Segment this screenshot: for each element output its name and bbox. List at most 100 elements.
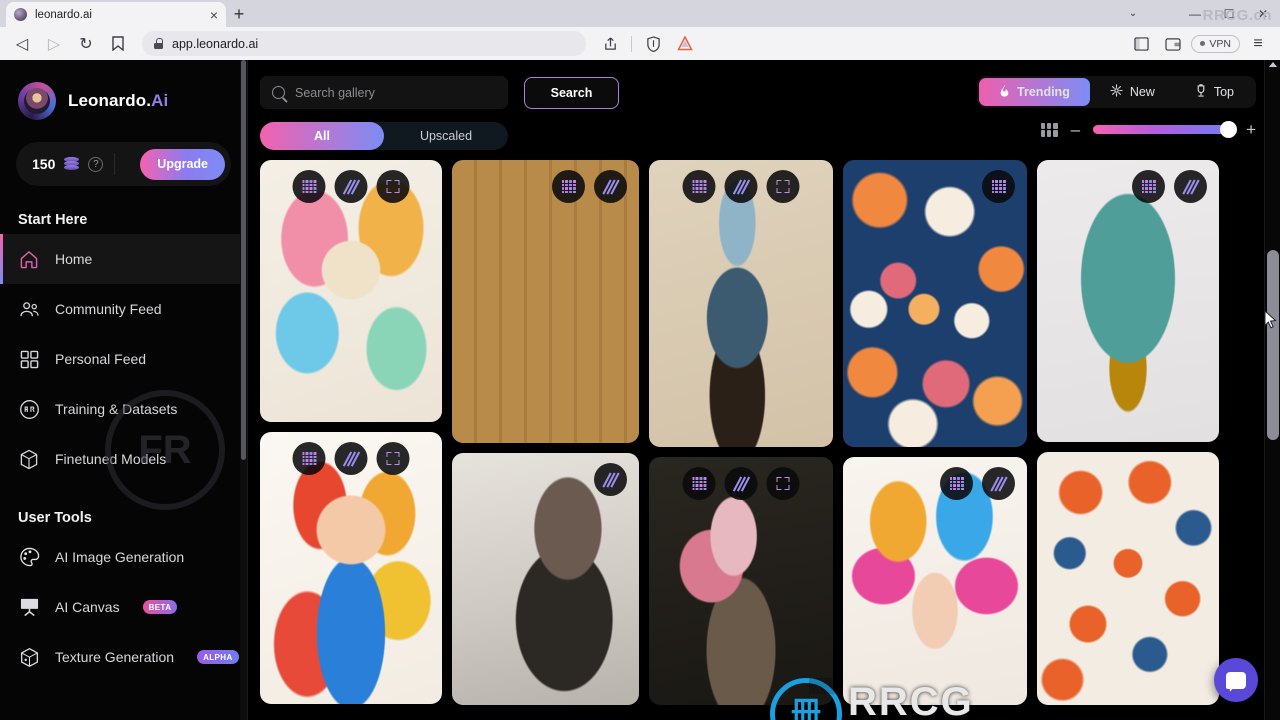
card-action-buttons xyxy=(682,467,800,500)
sidebar-item-personal-feed[interactable]: Personal Feed xyxy=(0,334,247,384)
sidebar-item-ai-image-generation[interactable]: AI Image Generation xyxy=(0,532,247,582)
variations-icon[interactable] xyxy=(982,467,1015,500)
remix-icon[interactable] xyxy=(292,170,326,203)
browser-menu-icon[interactable]: ≡ xyxy=(1244,31,1272,57)
maximize-button[interactable]: ☐ xyxy=(1212,0,1246,27)
remix-icon[interactable] xyxy=(552,170,585,203)
wallet-icon[interactable] xyxy=(1159,31,1187,57)
sidebar-item-label: Community Feed xyxy=(55,301,162,317)
brave-logo-icon[interactable] xyxy=(671,31,699,57)
people-icon xyxy=(18,298,40,320)
card-action-buttons xyxy=(982,170,1015,203)
sidebar-item-finetuned-models[interactable]: Finetuned Models xyxy=(0,434,247,484)
gallery-card[interactable] xyxy=(843,160,1027,447)
sort-tab-top[interactable]: Top xyxy=(1175,78,1254,106)
new-tab-button[interactable]: + xyxy=(226,2,252,27)
variations-icon[interactable] xyxy=(1174,170,1207,203)
leonardo-favicon-icon xyxy=(14,8,27,21)
chevron-down-icon[interactable]: ⌄ xyxy=(1116,0,1150,27)
intercom-chat-button[interactable] xyxy=(1214,658,1258,702)
gallery-card[interactable] xyxy=(1037,452,1219,705)
variations-icon[interactable] xyxy=(334,170,368,203)
mouse-cursor xyxy=(1264,310,1277,329)
remix-icon[interactable] xyxy=(982,170,1015,203)
remix-icon[interactable] xyxy=(292,442,326,475)
close-tab-icon[interactable]: × xyxy=(210,8,218,22)
credits-amount: 150 xyxy=(32,156,56,172)
minimize-button[interactable]: — xyxy=(1178,0,1212,27)
main-scrollbar-thumb[interactable] xyxy=(1267,250,1279,440)
brand-name-main: Leonardo. xyxy=(68,91,152,110)
remix-icon[interactable] xyxy=(682,170,716,203)
address-bar[interactable]: app.leonardo.ai xyxy=(142,31,587,56)
gallery-column xyxy=(843,160,1027,705)
fullscreen-icon[interactable] xyxy=(376,170,410,203)
cube-icon xyxy=(18,448,40,470)
trophy-icon xyxy=(1195,83,1207,101)
brand-logo-area[interactable]: Leonardo.Ai xyxy=(0,60,247,120)
sidebar-item-community-feed[interactable]: Community Feed xyxy=(0,284,247,334)
grid-density-icon[interactable] xyxy=(1040,122,1058,137)
sidebar-scrollbar-thumb[interactable] xyxy=(241,60,246,460)
main-scrollbar-track[interactable] xyxy=(1264,60,1280,720)
lock-icon xyxy=(154,38,163,49)
shield-icon[interactable] xyxy=(639,31,667,57)
gallery-card[interactable] xyxy=(260,432,442,704)
sidebar-item-home[interactable]: Home xyxy=(0,234,247,284)
reload-icon[interactable]: ↻ xyxy=(72,31,100,57)
upgrade-button[interactable]: Upgrade xyxy=(140,148,225,180)
variations-icon[interactable] xyxy=(594,170,627,203)
zoom-slider[interactable] xyxy=(1093,121,1238,138)
filter-tab-upscaled[interactable]: Upscaled xyxy=(384,122,508,150)
variations-icon[interactable] xyxy=(334,442,368,475)
fullscreen-icon[interactable] xyxy=(376,442,410,475)
sidebar-toggle-icon[interactable] xyxy=(1127,31,1155,57)
search-button[interactable]: Search xyxy=(524,76,619,109)
gallery-card[interactable] xyxy=(260,160,442,422)
sort-tab-trending[interactable]: Trending xyxy=(979,78,1090,106)
fullscreen-icon[interactable] xyxy=(766,467,800,500)
gallery-column xyxy=(260,160,442,705)
search-input[interactable]: Search gallery xyxy=(260,76,508,109)
gallery-card[interactable] xyxy=(843,457,1027,705)
vpn-button[interactable]: VPN xyxy=(1191,34,1240,53)
filter-tab-all[interactable]: All xyxy=(260,122,384,150)
remix-icon[interactable] xyxy=(1132,170,1165,203)
zoom-in-button[interactable]: + xyxy=(1246,121,1256,138)
sidebar-item-training-datasets[interactable]: Training & Datasets xyxy=(0,384,247,434)
sort-tab-new[interactable]: New xyxy=(1090,78,1175,106)
close-window-button[interactable]: ✕ xyxy=(1246,0,1280,27)
variations-icon[interactable] xyxy=(724,467,758,500)
gallery-card[interactable] xyxy=(452,453,639,705)
gallery-card[interactable] xyxy=(649,457,833,705)
zoom-out-button[interactable]: – xyxy=(1071,121,1080,138)
sidebar-scrollbar-track[interactable] xyxy=(240,60,247,720)
variations-icon[interactable] xyxy=(724,170,758,203)
sidebar-item-label: Personal Feed xyxy=(55,351,147,367)
card-action-buttons xyxy=(594,463,627,496)
remix-icon[interactable] xyxy=(682,467,716,500)
window-controls: ⌄ — ☐ ✕ xyxy=(1116,0,1280,27)
gallery-card[interactable] xyxy=(452,160,639,443)
main-content: Search gallery Search Trending New Top A… xyxy=(248,60,1280,720)
sidebar-item-label: AI Canvas xyxy=(55,599,120,615)
bookmark-icon[interactable] xyxy=(104,31,132,57)
scroll-up-arrow-icon[interactable] xyxy=(1269,62,1277,67)
remix-icon[interactable] xyxy=(940,467,973,500)
sidebar-item-ai-canvas[interactable]: AI Canvas BETA xyxy=(0,582,247,632)
back-icon[interactable]: ◁ xyxy=(8,31,36,57)
gallery-card[interactable] xyxy=(649,160,833,447)
zoom-slider-knob[interactable] xyxy=(1220,121,1238,138)
fullscreen-icon[interactable] xyxy=(766,170,800,203)
gallery-column xyxy=(1037,160,1219,705)
variations-icon[interactable] xyxy=(594,463,627,496)
easel-icon xyxy=(18,596,40,618)
share-icon[interactable] xyxy=(596,31,624,57)
browser-tab[interactable]: leonardo.ai × xyxy=(6,2,226,27)
forward-icon[interactable]: ▷ xyxy=(40,31,68,57)
badge-beta: BETA xyxy=(142,600,178,614)
sidebar-item-texture-generation[interactable]: Texture Generation ALPHA xyxy=(0,632,247,682)
credits-divider xyxy=(114,153,116,175)
gallery-card[interactable] xyxy=(1037,160,1219,442)
help-icon[interactable]: ? xyxy=(88,156,104,172)
